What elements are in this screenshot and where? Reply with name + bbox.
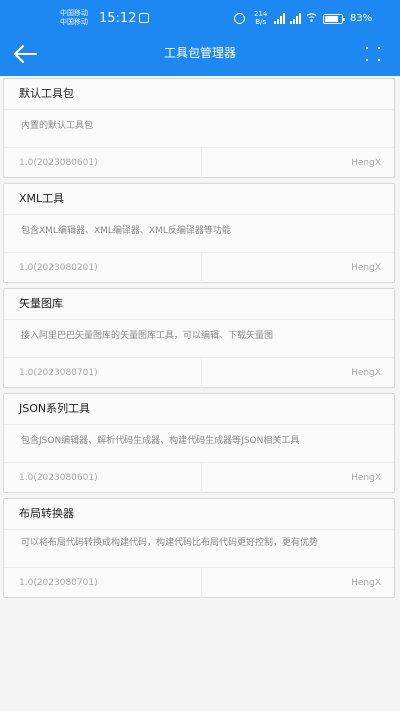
package-card[interactable]: XML工具 包含XML编辑器、XML编译器、XML反编译器等功能 1.0(202… [3,183,395,284]
more-options-icon[interactable] [364,46,382,62]
sim-card-icon [139,13,149,23]
package-author: HengX [351,368,381,378]
package-author: HengX [351,263,381,273]
meta-divider [201,253,202,284]
package-name: 布局转换器 [4,499,394,530]
package-name: 默认工具包 [4,79,394,110]
package-card[interactable]: JSON系列工具 包含JSON编辑器、解析代码生成器、构建代码生成器等JSON相… [3,393,395,494]
package-name: JSON系列工具 [4,394,394,425]
signal-1-icon [274,12,288,24]
battery-percent: 83% [350,13,373,24]
package-description: 内置的默认工具包 [4,110,394,148]
carrier-labels: 中国移动 中国移动 [60,9,88,27]
net-speed-unit: B/s [255,18,267,26]
package-meta: 1.0(2023080201) HengX [4,253,394,284]
net-speed: 214 B/s [254,10,267,26]
package-author: HengX [351,578,381,588]
top-bar: 中国移动 中国移动 15:12 214 B/s 83% 工具包管理器 [0,0,400,76]
package-card[interactable]: 默认工具包 内置的默认工具包 1.0(2023080601) HengX [3,78,395,179]
package-meta: 1.0(2023080601) HengX [4,463,394,494]
status-time: 15:12 [99,11,137,26]
signal-2-icon [290,12,304,24]
package-description: 接入阿里巴巴矢量图库的矢量图库工具，可以编辑、下载矢量图 [4,320,394,358]
package-name: 矢量图库 [4,289,394,320]
carrier-2: 中国移动 [60,18,88,26]
package-author: HengX [351,158,381,168]
meta-divider [201,568,202,599]
battery-icon [323,14,345,24]
carrier-1: 中国移动 [60,9,88,17]
package-description: 可以将布局代码转换成构建代码，构建代码比布局代码更好控制，更有优势 [4,530,394,568]
alarm-icon [234,13,245,24]
package-card[interactable]: 布局转换器 可以将布局代码转换成构建代码，构建代码比布局代码更好控制，更有优势 … [3,498,395,599]
package-meta: 1.0(2023080701) HengX [4,568,394,599]
package-version: 1.0(2023080701) [19,368,98,378]
wifi-icon [306,13,317,22]
package-version: 1.0(2023080701) [19,578,98,588]
page-title: 工具包管理器 [163,46,236,60]
package-name: XML工具 [4,184,394,215]
package-meta: 1.0(2023080701) HengX [4,358,394,389]
meta-divider [201,463,202,494]
package-version: 1.0(2023080601) [19,158,98,168]
package-card[interactable]: 矢量图库 接入阿里巴巴矢量图库的矢量图库工具，可以编辑、下载矢量图 1.0(20… [3,288,395,389]
meta-divider [201,358,202,389]
package-description: 包含XML编辑器、XML编译器、XML反编译器等功能 [4,215,394,253]
package-meta: 1.0(2023080601) HengX [4,148,394,179]
net-speed-value: 214 [254,10,268,18]
package-description: 包含JSON编辑器、解析代码生成器、构建代码生成器等JSON相关工具 [4,425,394,463]
package-author: HengX [351,473,381,483]
status-bar: 中国移动 中国移动 15:12 214 B/s 83% [0,0,400,36]
meta-divider [201,148,202,179]
package-version: 1.0(2023080201) [19,263,98,273]
package-version: 1.0(2023080601) [19,473,98,483]
